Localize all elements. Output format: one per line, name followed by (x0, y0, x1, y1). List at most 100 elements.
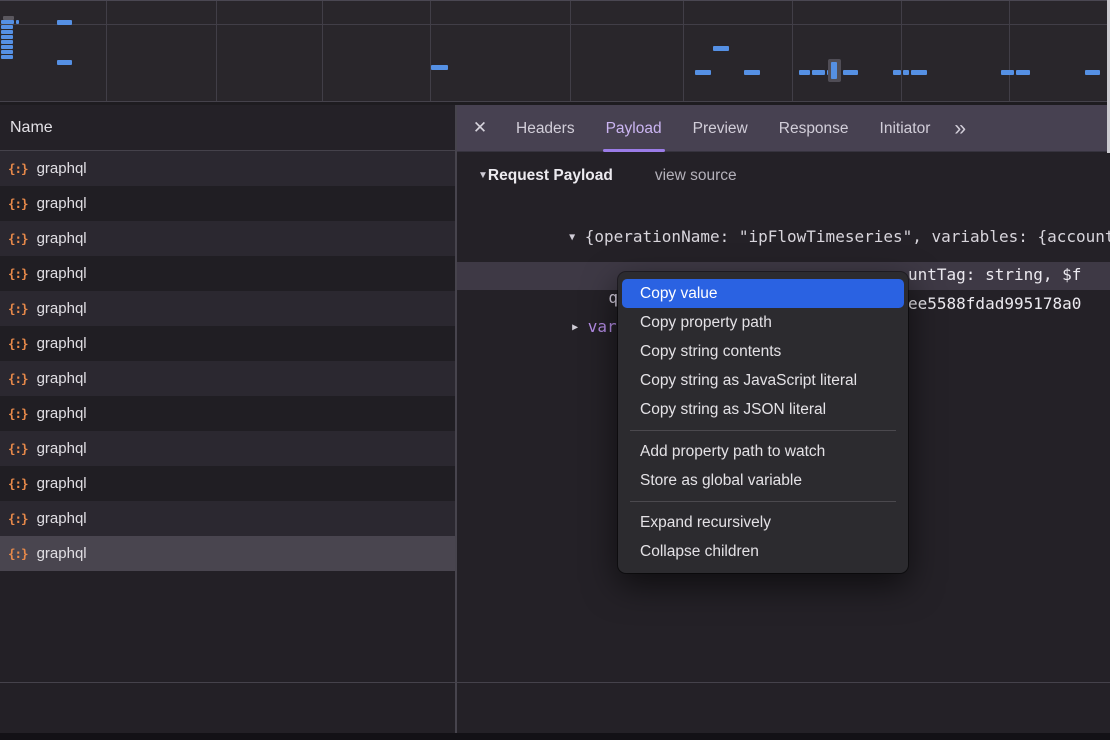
request-row[interactable]: {:} graphql (0, 326, 455, 361)
context-menu: Copy valueCopy property pathCopy string … (618, 272, 908, 573)
request-row[interactable]: {:} graphql (0, 256, 455, 291)
json-file-icon: {:} (8, 301, 28, 316)
request-timing-bar (16, 20, 19, 24)
overview-gridline (901, 1, 902, 101)
tab-strip: HeadersPayloadPreviewResponseInitiator (503, 105, 948, 152)
request-timing-bar (57, 60, 72, 65)
overview-gridline-horizontal (0, 24, 1110, 25)
tab-preview[interactable]: Preview (680, 105, 761, 152)
request-row[interactable]: {:} graphql (0, 186, 455, 221)
request-row[interactable]: {:} graphql (0, 466, 455, 501)
section-title: Request Payload (488, 167, 613, 184)
overview-gridline (792, 1, 793, 101)
overview-gridline (216, 1, 217, 101)
request-name: graphql (37, 160, 87, 177)
overview-gridline (322, 1, 323, 101)
overview-gridline (430, 1, 431, 101)
property-value-continuation: untTag: string, $f (908, 265, 1081, 284)
request-timing-bar (744, 70, 760, 75)
request-name: graphql (37, 475, 87, 492)
request-row[interactable]: {:} graphql (0, 291, 455, 326)
more-tabs-icon[interactable]: » (954, 105, 966, 152)
request-timing-bar (1, 20, 14, 24)
request-list-panel: Name {:}graphql{:}graphql{:}graphql{:}gr… (0, 105, 455, 740)
request-row[interactable]: {:} graphql (0, 361, 455, 396)
request-timing-bar (1085, 70, 1100, 75)
window-footer (0, 733, 1110, 740)
devtools-network-panel: Name {:}graphql{:}graphql{:}graphql{:}gr… (0, 0, 1110, 740)
tab-headers[interactable]: Headers (503, 105, 588, 152)
request-timing-bar (1, 25, 13, 29)
menu-item-store-as-global-variable[interactable]: Store as global variable (622, 466, 904, 495)
request-name: graphql (37, 300, 87, 317)
menu-item-copy-property-path[interactable]: Copy property path (622, 308, 904, 337)
request-row[interactable]: {:} graphql (0, 501, 455, 536)
bottom-divider (0, 682, 1110, 683)
tab-initiator[interactable]: Initiator (867, 105, 944, 152)
request-timing-bar (1, 35, 13, 39)
menu-item-add-property-path-to-watch[interactable]: Add property path to watch (622, 437, 904, 466)
request-name: graphql (37, 370, 87, 387)
request-name: graphql (37, 510, 87, 527)
json-file-icon: {:} (8, 266, 28, 281)
request-payload-section: ▼Request Payload view source (478, 167, 737, 185)
request-timing-bar (1016, 70, 1030, 75)
menu-separator (630, 430, 896, 431)
name-column-header[interactable]: Name (0, 105, 455, 151)
menu-item-copy-value[interactable]: Copy value (622, 279, 904, 308)
request-row[interactable]: {:} graphql (0, 536, 455, 571)
tab-payload[interactable]: Payload (593, 105, 675, 152)
request-row[interactable]: {:} graphql (0, 221, 455, 256)
view-source-link[interactable]: view source (655, 167, 737, 184)
menu-item-copy-string-as-javascript-literal[interactable]: Copy string as JavaScript literal (622, 366, 904, 395)
json-file-icon: {:} (8, 336, 28, 351)
request-name: graphql (37, 195, 87, 212)
json-file-icon: {:} (8, 476, 28, 491)
request-timing-bar (1, 55, 13, 59)
request-timing-bar (431, 65, 448, 70)
menu-separator (630, 501, 896, 502)
request-timing-bar (1, 30, 13, 34)
overview-gridline (683, 1, 684, 101)
request-timing-bar (911, 70, 927, 75)
request-timing-bar (1001, 70, 1014, 75)
request-timing-bar (1, 45, 13, 49)
overview-gridline (1009, 1, 1010, 101)
request-name: graphql (37, 230, 87, 247)
json-file-icon: {:} (8, 371, 28, 386)
tab-response[interactable]: Response (766, 105, 862, 152)
menu-item-copy-string-as-json-literal[interactable]: Copy string as JSON literal (622, 395, 904, 424)
request-name: graphql (37, 440, 87, 457)
request-name: graphql (37, 405, 87, 422)
request-row[interactable]: {:}graphql (0, 396, 455, 431)
request-timing-bar (893, 70, 901, 75)
request-timing-bar (843, 70, 858, 75)
request-timing-bar (903, 70, 909, 75)
request-timing-bar (57, 20, 72, 25)
json-file-icon: {:} (8, 546, 28, 561)
variables-value-continuation: ee5588fdad995178a0 (908, 294, 1081, 313)
menu-item-collapse-children[interactable]: Collapse children (622, 537, 904, 566)
request-row[interactable]: {:} graphql (0, 431, 455, 466)
request-timing-bar (1, 50, 13, 54)
overview-gridline (106, 1, 107, 101)
json-file-icon: {:} (8, 441, 28, 456)
request-name: graphql (37, 265, 87, 282)
collapse-triangle-icon[interactable]: ▼ (478, 170, 488, 181)
close-icon[interactable]: ✕ (457, 118, 503, 138)
request-timing-bar (695, 70, 711, 75)
json-file-icon: {:} (8, 231, 28, 246)
overview-gridline (570, 1, 571, 101)
request-name: graphql (37, 335, 87, 352)
request-row[interactable]: {:}graphql (0, 151, 455, 186)
request-timing-bar (812, 70, 825, 75)
menu-item-expand-recursively[interactable]: Expand recursively (622, 508, 904, 537)
json-file-icon: {:} (8, 196, 28, 211)
json-file-icon: {:} (8, 511, 28, 526)
menu-item-copy-string-contents[interactable]: Copy string contents (622, 337, 904, 366)
request-timing-bar (799, 70, 810, 75)
request-list: {:} graphql {:} graphql {:} graphql {:} graphql… (0, 151, 455, 571)
request-timing-bar (713, 46, 729, 51)
request-name: graphql (37, 545, 87, 562)
network-overview[interactable] (0, 0, 1110, 102)
